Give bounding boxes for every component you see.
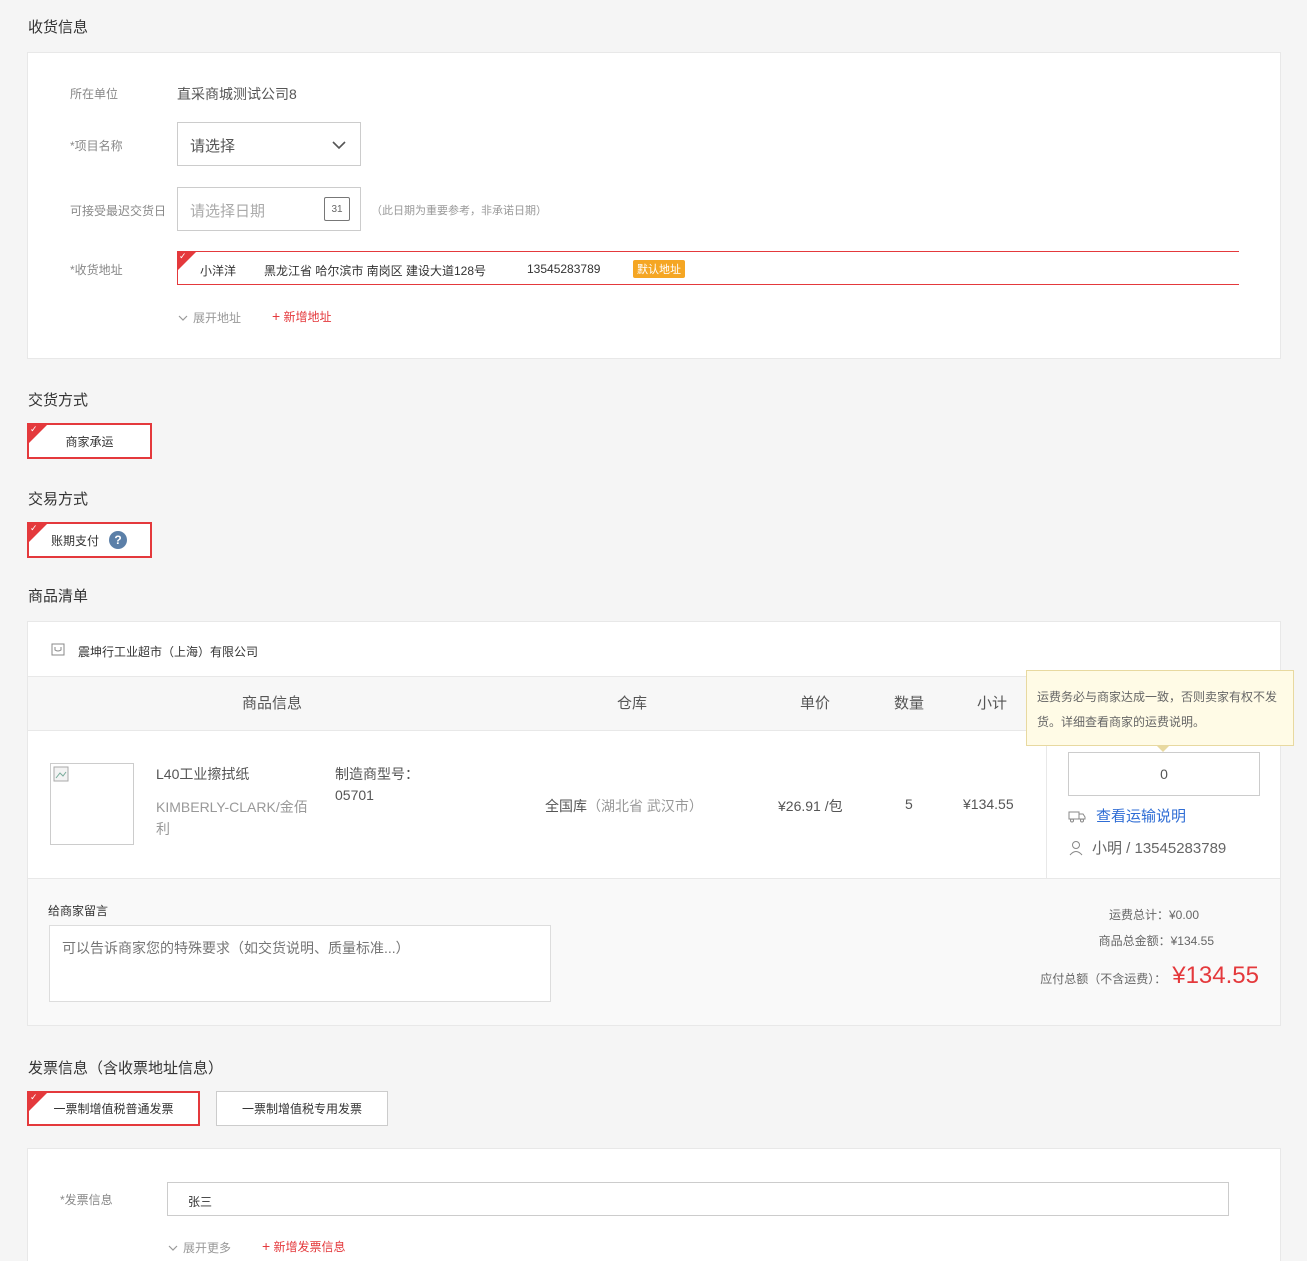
project-label: *项目名称: [70, 139, 123, 153]
address-phone: 13545283789: [527, 262, 601, 276]
truck-icon: [1068, 811, 1086, 822]
freight-total-label: 运费总计：: [1108, 908, 1169, 922]
add-invoice-label: 新增发票信息: [273, 1240, 346, 1254]
message-label: 给商家留言: [48, 904, 109, 918]
address-card-selected[interactable]: 小洋洋 黑龙江省 哈尔滨市 南岗区 建设大道128号 13545283789 默…: [177, 251, 1239, 285]
trade-option-credit[interactable]: 账期支付 ?: [27, 522, 152, 558]
contact-text: 小明 / 13545283789: [1092, 840, 1227, 857]
trade-option-label: 账期支付: [51, 533, 100, 548]
model-value: 05701: [335, 787, 374, 803]
freight-total-value: ¥0.00: [1168, 908, 1199, 922]
delivery-option-label: 商家承运: [65, 434, 114, 449]
add-invoice-link[interactable]: + 新增发票信息: [262, 1238, 346, 1255]
goods-total-label: 商品总金额：: [1098, 934, 1171, 948]
freight-tooltip: 运费务必与商家达成一致，否则卖家有权不发货。详细查看商家的运费说明。: [1026, 670, 1294, 746]
delivery-option-merchant[interactable]: 商家承运: [27, 423, 152, 459]
product-image[interactable]: [50, 763, 134, 845]
user-icon: [1069, 840, 1083, 855]
warehouse-cell: 全国库（湖北省 武汉市）: [545, 796, 703, 816]
invoice-section-title: 发票信息（含收票地址信息）: [28, 1060, 224, 1077]
invoice-option-normal[interactable]: 一票制增值税普通发票: [27, 1091, 200, 1126]
default-address-badge: 默认地址: [633, 260, 685, 278]
model-label: 制造商型号：: [335, 766, 419, 782]
payable-total: 应付总额（不含运费）： ¥134.55: [1040, 962, 1259, 990]
plus-icon: +: [262, 1238, 271, 1254]
help-icon[interactable]: ?: [109, 531, 128, 549]
invoice-panel: *发票信息 张三 展开更多 + 新增发票信息: [27, 1148, 1281, 1261]
quantity: 5: [905, 796, 913, 812]
chevron-down-icon: [178, 315, 188, 321]
invoice-option-special-label: 一票制增值税专用发票: [241, 1102, 362, 1116]
selected-check-icon: [29, 425, 47, 443]
trade-section-title: 交易方式: [28, 491, 89, 508]
freight-input[interactable]: [1068, 752, 1260, 796]
goods-total: 商品总金额：¥134.55: [1099, 932, 1214, 949]
goods-total-value: ¥134.55: [1170, 934, 1214, 948]
product-name[interactable]: L40工业擦拭纸: [156, 764, 249, 784]
column-divider: [1046, 731, 1047, 879]
product-brand: KIMBERLY-CLARK/金佰利: [156, 799, 308, 837]
freight-info-link[interactable]: 查看运输说明: [1068, 805, 1186, 826]
add-address-link[interactable]: + 新增地址: [272, 308, 332, 325]
receiving-section-title: 收货信息: [28, 19, 89, 36]
header-warehouse: 仓库: [617, 695, 648, 712]
address-label: *收货地址: [70, 263, 123, 277]
selected-check-icon: [178, 251, 196, 270]
delivery-section-title: 交货方式: [28, 392, 89, 409]
selected-check-icon: [29, 524, 47, 542]
plus-icon: +: [272, 308, 281, 324]
invoice-info-card[interactable]: 张三: [167, 1182, 1229, 1216]
date-picker[interactable]: 请选择日期 31: [177, 187, 361, 231]
freight-tooltip-text: 运费务必与商家达成一致，否则卖家有权不发货。详细查看商家的运费说明。: [1037, 690, 1278, 729]
freight-total: 运费总计：¥0.00: [1109, 906, 1199, 923]
unit-price: ¥26.91 /包: [778, 798, 843, 814]
payable-label: 应付总额（不含运费）：: [1040, 972, 1167, 986]
warehouse-name: 全国库: [545, 798, 587, 814]
add-address-label: 新增地址: [283, 310, 332, 324]
receiving-panel: 所在单位 直采商城测试公司8 *项目名称 请选择 可接受最迟交货日 请选择日期 …: [27, 52, 1281, 359]
invoice-option-special[interactable]: 一票制增值税专用发票: [216, 1091, 388, 1126]
selected-check-icon: [29, 1093, 47, 1111]
project-select-value: 请选择: [190, 138, 236, 155]
project-select[interactable]: 请选择: [177, 122, 361, 166]
unit-label: 所在单位: [70, 87, 119, 101]
subtotal: ¥134.55: [963, 796, 1014, 812]
address-name: 小洋洋: [200, 264, 237, 278]
invoice-info-label: *发票信息: [60, 1193, 113, 1207]
header-subtotal: 小计: [977, 695, 1008, 712]
tooltip-arrow: [1156, 745, 1170, 752]
shop-header: 震坤行工业超市（上海）有限公司: [28, 622, 1280, 677]
payable-value: ¥134.55: [1172, 962, 1259, 989]
expand-address-label: 展开地址: [193, 311, 242, 325]
message-textarea[interactable]: [49, 925, 551, 1002]
header-unit-price: 单价: [800, 695, 831, 712]
contact-info: 小明 / 13545283789: [1068, 837, 1226, 858]
date-picker-placeholder: 请选择日期: [190, 203, 266, 220]
warehouse-location: （湖北省 武汉市）: [587, 798, 703, 814]
expand-address-link[interactable]: 展开地址: [177, 309, 241, 326]
freight-info-label: 查看运输说明: [1096, 808, 1187, 825]
calendar-icon: 31: [324, 197, 350, 221]
shop-name: 震坤行工业超市（上海）有限公司: [78, 645, 259, 659]
invoice-expand-label: 展开更多: [183, 1241, 232, 1255]
invoice-expand-link[interactable]: 展开更多: [167, 1239, 231, 1256]
header-quantity: 数量: [894, 695, 925, 712]
address-detail: 黑龙江省 哈尔滨市 南岗区 建设大道128号: [264, 264, 487, 278]
header-goods-info: 商品信息: [242, 695, 303, 712]
chevron-down-icon: [332, 141, 346, 150]
shop-icon: [51, 643, 65, 656]
date-label: 可接受最迟交货日: [70, 204, 167, 218]
calendar-icon-text: 31: [331, 204, 343, 215]
chevron-down-icon: [168, 1245, 178, 1251]
goods-section-title: 商品清单: [28, 588, 89, 605]
unit-value: 直采商城测试公司8: [177, 86, 297, 102]
date-note: （此日期为重要参考，非承诺日期）: [371, 205, 547, 217]
invoice-option-normal-label: 一票制增值税普通发票: [53, 1102, 174, 1116]
broken-image-icon: [53, 766, 69, 782]
invoice-info-value: 张三: [188, 1195, 213, 1209]
